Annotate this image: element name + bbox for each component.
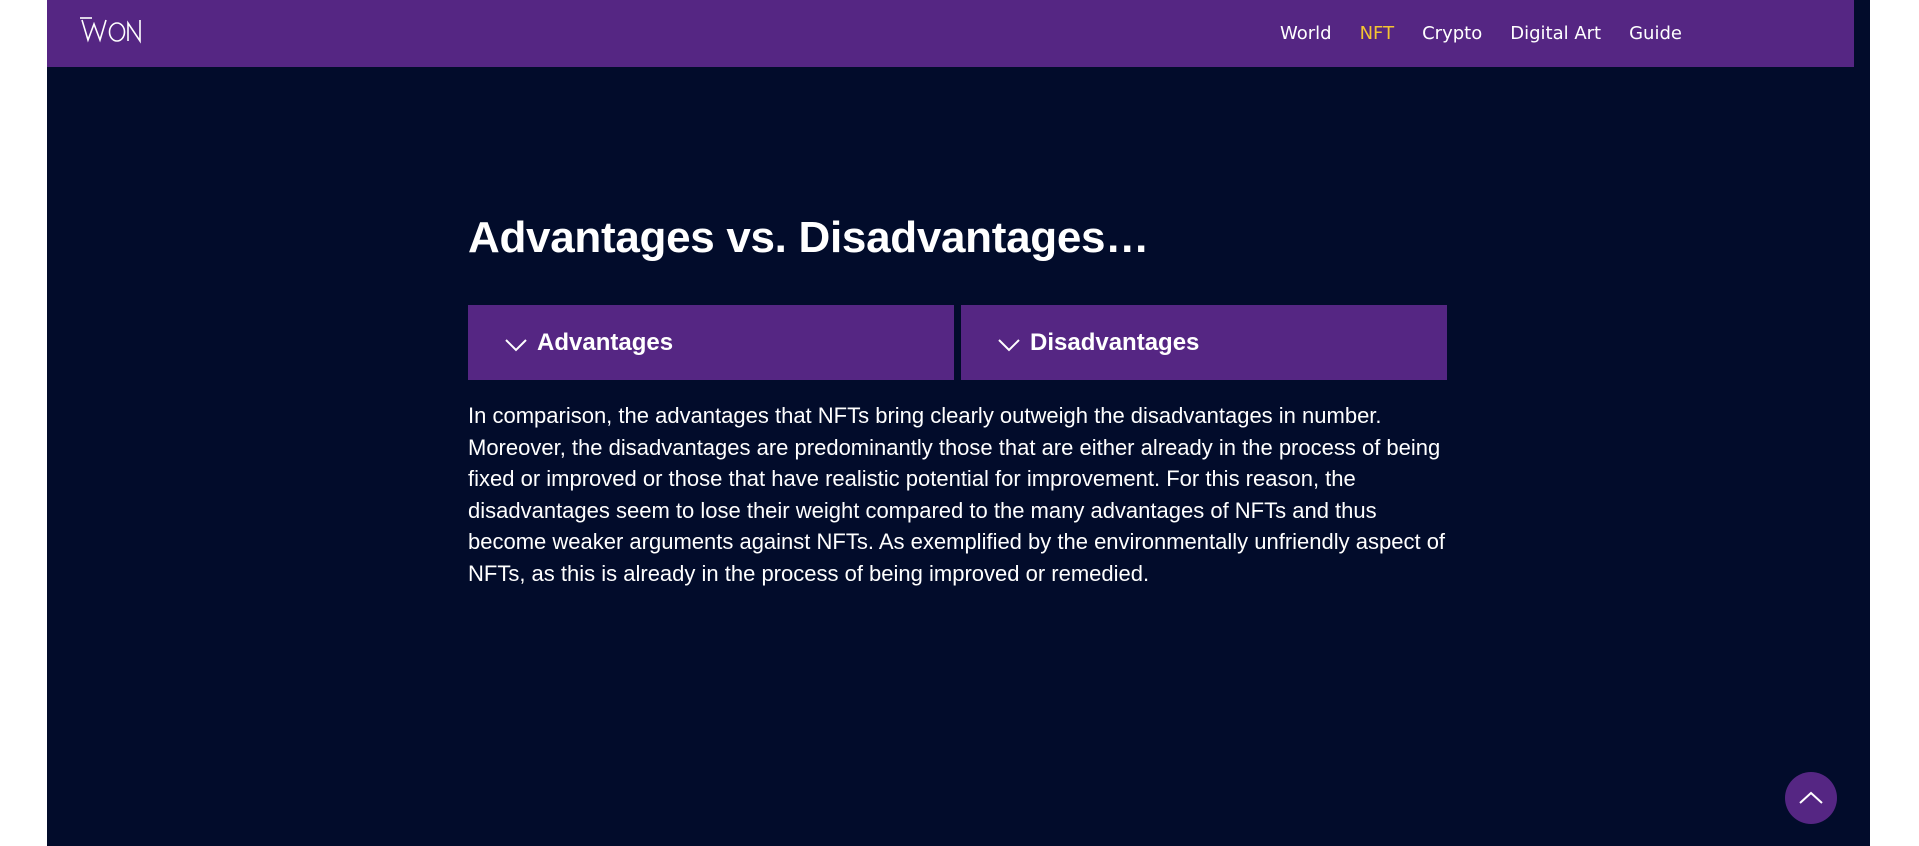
top-navbar: World NFT Crypto Digital Art Guide [47, 0, 1854, 67]
nav-link-digital-art[interactable]: Digital Art [1510, 23, 1601, 44]
tab-label: Advantages [537, 328, 674, 356]
chevron-down-icon [504, 335, 528, 355]
nav-link-crypto[interactable]: Crypto [1422, 23, 1482, 44]
nav-link-world[interactable]: World [1280, 23, 1332, 44]
scroll-to-top-button[interactable] [1785, 772, 1837, 824]
tab-advantages[interactable]: Advantages [468, 305, 954, 380]
chevron-down-icon [997, 335, 1021, 355]
tab-disadvantages[interactable]: Disadvantages [961, 305, 1447, 380]
nav-link-nft[interactable]: NFT [1360, 23, 1395, 44]
won-logo-icon [80, 17, 141, 44]
section-heading: Advantages vs. Disadvantages… [468, 213, 1149, 262]
page: World NFT Crypto Digital Art Guide Advan… [47, 0, 1870, 846]
tab-label: Disadvantages [1030, 328, 1200, 356]
comparison-paragraph: In comparison, the advantages that NFTs … [468, 403, 1446, 586]
main-nav: World NFT Crypto Digital Art Guide [1280, 0, 1682, 67]
chevron-up-icon [1798, 790, 1824, 806]
nav-link-guide[interactable]: Guide [1629, 23, 1682, 44]
site-logo[interactable] [80, 14, 144, 46]
